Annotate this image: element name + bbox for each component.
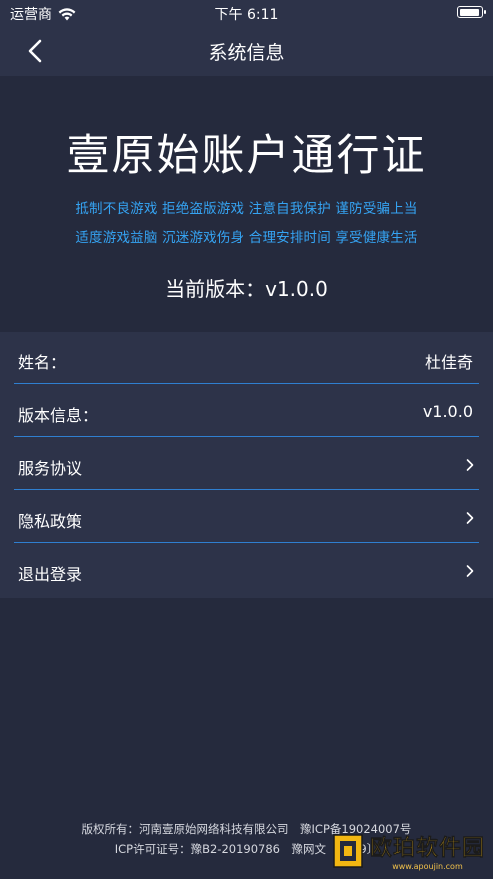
row-divider: [14, 541, 479, 543]
battery-icon: [457, 6, 486, 18]
watermark-main: 欧珀软件园: [369, 836, 485, 862]
name-row: 姓名： 杜佳奇: [14, 332, 479, 384]
service-agreement-row[interactable]: 服务协议: [14, 438, 479, 490]
version-value: v1.0.0: [422, 402, 473, 421]
navigation-bar: 系统信息: [0, 26, 493, 76]
service-agreement-label: 服务协议: [18, 459, 83, 478]
version-label: 版本信息：: [18, 406, 99, 425]
privacy-policy-label: 隐私政策: [18, 512, 83, 531]
settings-list: 姓名： 杜佳奇 版本信息： v1.0.0 服务协议 隐私政策 退出登录: [0, 332, 493, 598]
version-row: 版本信息： v1.0.0: [14, 385, 479, 437]
status-time: 下午 6:11: [214, 7, 279, 23]
name-label: 姓名：: [18, 353, 67, 372]
logout-label: 退出登录: [18, 565, 83, 584]
app-title: 壹原始账户通行证: [66, 131, 427, 181]
chevron-right-icon: [466, 459, 474, 471]
status-bar: 运营商 下午 6:11: [0, 0, 493, 26]
chevron-right-icon: [466, 565, 474, 577]
watermark-logo-icon: [333, 834, 363, 868]
row-divider: [14, 382, 479, 384]
watermark-text: 欧珀软件园 www.apoujin.com: [370, 836, 485, 871]
health-notice-line-2: 适度游戏益脑 沉迷游戏伤身 合理安排时间 享受健康生活: [75, 230, 418, 246]
chevron-right-icon: [466, 512, 474, 524]
page-title: 系统信息: [208, 42, 285, 64]
current-version: 当前版本：v1.0.0: [165, 277, 328, 301]
hero-section: 壹原始账户通行证 抵制不良游戏 拒绝盗版游戏 注意自我保护 谨防受骗上当 适度游…: [0, 76, 493, 332]
battery-fill: [459, 8, 480, 16]
chevron-left-icon: [28, 39, 42, 63]
back-button[interactable]: [22, 36, 56, 66]
name-value: 杜佳奇: [424, 353, 473, 372]
watermark-url: www.apoujin.com: [392, 862, 463, 871]
row-divider: [14, 488, 479, 490]
health-notice-line-1: 抵制不良游戏 拒绝盗版游戏 注意自我保护 谨防受骗上当: [75, 201, 418, 217]
logout-row[interactable]: 退出登录: [14, 544, 479, 596]
row-divider: [14, 435, 479, 437]
watermark: 欧珀软件园 www.apoujin.com: [330, 831, 485, 871]
privacy-policy-row[interactable]: 隐私政策: [14, 491, 479, 543]
